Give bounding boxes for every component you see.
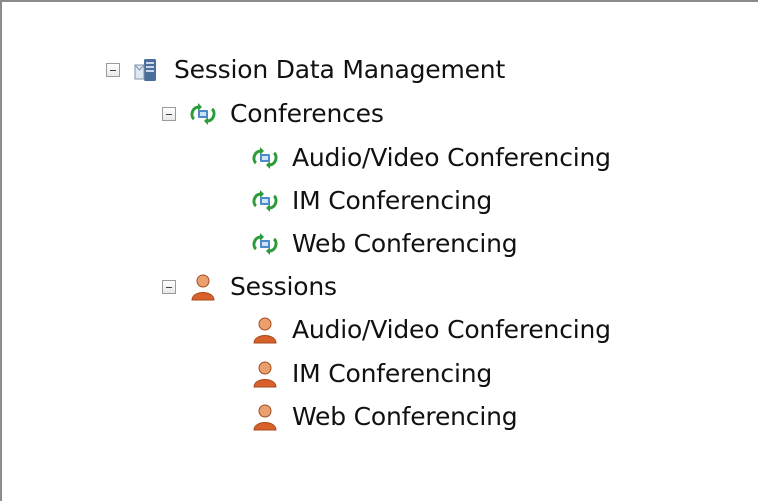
server-icon [132, 55, 162, 85]
tree-node-label: Audio/Video Conferencing [292, 143, 611, 172]
collapse-icon[interactable] [162, 280, 176, 294]
tree-node-label: Session Data Management [174, 55, 506, 84]
conference-icon [250, 186, 280, 216]
tree-node-label: Sessions [230, 272, 337, 301]
tree-node-conference-av[interactable]: Audio/Video Conferencing [250, 140, 611, 176]
tree-node-conference-web[interactable]: Web Conferencing [250, 226, 518, 262]
tree-node-label: Audio/Video Conferencing [292, 315, 611, 344]
tree-node-session-im[interactable]: IM Conferencing [250, 356, 492, 392]
tree-node-session-data-management[interactable]: Session Data Management [106, 52, 505, 88]
tree-node-label: Web Conferencing [292, 402, 518, 431]
tree-node-label: IM Conferencing [292, 359, 493, 388]
user-icon [250, 402, 280, 432]
user-icon [250, 359, 280, 389]
tree-node-label: IM Conferencing [292, 186, 493, 215]
user-icon [250, 315, 280, 345]
tree-node-conference-im[interactable]: IM Conferencing [250, 183, 492, 219]
tree-node-session-web[interactable]: Web Conferencing [250, 399, 518, 435]
user-icon [188, 272, 218, 302]
collapse-icon[interactable] [162, 107, 176, 121]
tree-node-session-av[interactable]: Audio/Video Conferencing [250, 312, 611, 348]
tree-node-label: Conferences [230, 99, 384, 128]
tree-node-sessions[interactable]: Sessions [162, 269, 337, 305]
collapse-icon[interactable] [106, 63, 120, 77]
conference-icon [250, 143, 280, 173]
tree-view[interactable]: Session Data Management Conferences Audi… [0, 0, 758, 501]
conference-icon [188, 99, 218, 129]
conference-icon [250, 229, 280, 259]
tree-node-conferences[interactable]: Conferences [162, 96, 384, 132]
tree-node-label: Web Conferencing [292, 229, 518, 258]
